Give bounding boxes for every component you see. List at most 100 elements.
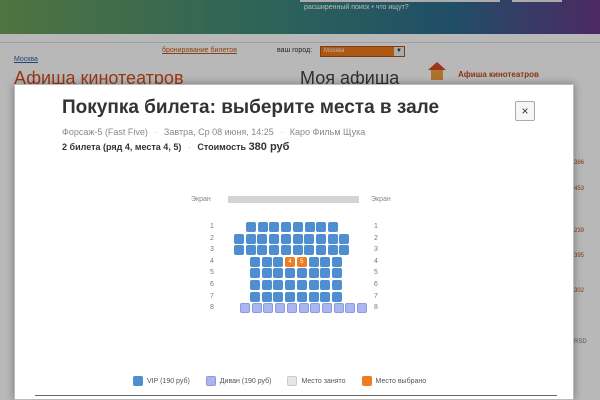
- seat[interactable]: [261, 280, 272, 290]
- seat[interactable]: [315, 245, 326, 256]
- seat[interactable]: [251, 303, 262, 314]
- seat[interactable]: [292, 233, 303, 244]
- vip-swatch: [133, 376, 143, 386]
- seat[interactable]: [257, 233, 268, 244]
- seat[interactable]: [357, 303, 367, 314]
- seat[interactable]: [308, 291, 319, 302]
- legend-label: VIP (190 руб): [147, 377, 190, 385]
- seat[interactable]: [269, 233, 280, 244]
- seat[interactable]: [250, 291, 260, 302]
- seat[interactable]: [292, 245, 303, 256]
- seat[interactable]: [308, 268, 319, 279]
- seat[interactable]: [245, 245, 256, 256]
- seat[interactable]: [257, 245, 268, 256]
- row-number-right: 1: [374, 223, 378, 230]
- seat[interactable]: [327, 245, 338, 256]
- seat[interactable]: [296, 291, 307, 302]
- dialog-title: Покупка билета: выберите места в зале: [62, 97, 440, 118]
- seat[interactable]: [273, 280, 284, 290]
- seat[interactable]: [250, 280, 260, 290]
- seat[interactable]: [240, 303, 250, 314]
- seat[interactable]: [316, 222, 327, 232]
- seat[interactable]: [345, 303, 356, 314]
- screen-label-left: Экран: [191, 196, 211, 203]
- seat[interactable]: [261, 291, 272, 302]
- seat[interactable]: [285, 280, 296, 290]
- seat[interactable]: [320, 291, 331, 302]
- legend-label: Место занято: [301, 377, 346, 385]
- row-number-left: 4: [210, 257, 214, 265]
- row-number-left: 3: [210, 246, 214, 254]
- row-number-right: 4: [374, 257, 378, 265]
- seat[interactable]: [333, 303, 344, 314]
- seat[interactable]: [304, 222, 315, 232]
- taken-swatch: [287, 376, 298, 386]
- seat[interactable]: [320, 256, 331, 267]
- seat[interactable]: [234, 245, 244, 256]
- cost-label: Стоимость: [197, 142, 247, 152]
- sofa-swatch: [205, 376, 216, 386]
- seat[interactable]: [331, 291, 342, 302]
- seat[interactable]: [308, 256, 319, 267]
- seat[interactable]: [292, 222, 303, 232]
- legend-vip: VIP (190 руб): [133, 376, 190, 386]
- seat[interactable]: [285, 268, 296, 279]
- seat[interactable]: [285, 291, 296, 302]
- seat[interactable]: [320, 268, 331, 279]
- seat[interactable]: [261, 268, 272, 279]
- seat[interactable]: [327, 233, 338, 244]
- row-number-left: 2: [210, 234, 214, 242]
- seat[interactable]: [250, 256, 260, 267]
- ticket-summary: 2 билета (ряд 4, места 4, 5): [62, 142, 182, 152]
- seat[interactable]: [304, 233, 315, 244]
- legend-label: Диван (190 руб): [219, 377, 272, 385]
- selected-swatch: [361, 376, 372, 386]
- row-number-right: 2: [374, 234, 378, 242]
- seat[interactable]: [339, 245, 350, 256]
- seat[interactable]: [234, 233, 244, 244]
- row-number-left: 5: [210, 269, 214, 277]
- seat[interactable]: [269, 245, 280, 256]
- seat[interactable]: [331, 280, 342, 290]
- cost-value: 380 руб: [248, 141, 290, 153]
- seat[interactable]: [257, 222, 268, 232]
- cinema-name[interactable]: Каро Фильм Щука: [290, 127, 366, 137]
- seat[interactable]: [296, 268, 307, 279]
- seat[interactable]: [246, 222, 256, 232]
- seat[interactable]: [273, 268, 284, 279]
- film-title[interactable]: Форсаж-5 (Fast Five): [62, 127, 148, 137]
- seat[interactable]: [250, 268, 260, 279]
- close-button[interactable]: ×: [515, 101, 535, 121]
- seat[interactable]: [275, 303, 286, 314]
- seat[interactable]: [281, 222, 292, 232]
- seat[interactable]: [304, 245, 315, 256]
- seat[interactable]: [331, 268, 342, 279]
- seat[interactable]: [327, 222, 338, 232]
- seat[interactable]: [245, 233, 256, 244]
- seat[interactable]: [269, 222, 280, 232]
- seat[interactable]: [280, 233, 291, 244]
- seat[interactable]: [320, 280, 331, 290]
- seat[interactable]: [273, 291, 284, 302]
- seat[interactable]: [273, 256, 284, 267]
- seat-selected[interactable]: 5: [296, 256, 307, 267]
- seat[interactable]: [331, 256, 342, 267]
- row-number-left: 6: [210, 281, 214, 288]
- legend-taken: Место занято: [287, 376, 346, 386]
- seat[interactable]: [310, 303, 321, 314]
- seat-selected[interactable]: 4: [285, 256, 296, 267]
- seat[interactable]: [308, 280, 319, 290]
- row-number-right: 8: [374, 304, 378, 312]
- seat[interactable]: [286, 303, 297, 314]
- legend-selected: Место выбрано: [361, 376, 426, 386]
- seat[interactable]: [261, 256, 272, 267]
- seat[interactable]: [280, 245, 291, 256]
- seat[interactable]: [339, 233, 350, 244]
- row-number-right: 7: [374, 292, 378, 300]
- seat[interactable]: [315, 233, 326, 244]
- seat[interactable]: [263, 303, 274, 314]
- seat[interactable]: [321, 303, 332, 314]
- seat[interactable]: [298, 303, 309, 314]
- seat[interactable]: [296, 280, 307, 290]
- row-number-right: 6: [374, 281, 378, 288]
